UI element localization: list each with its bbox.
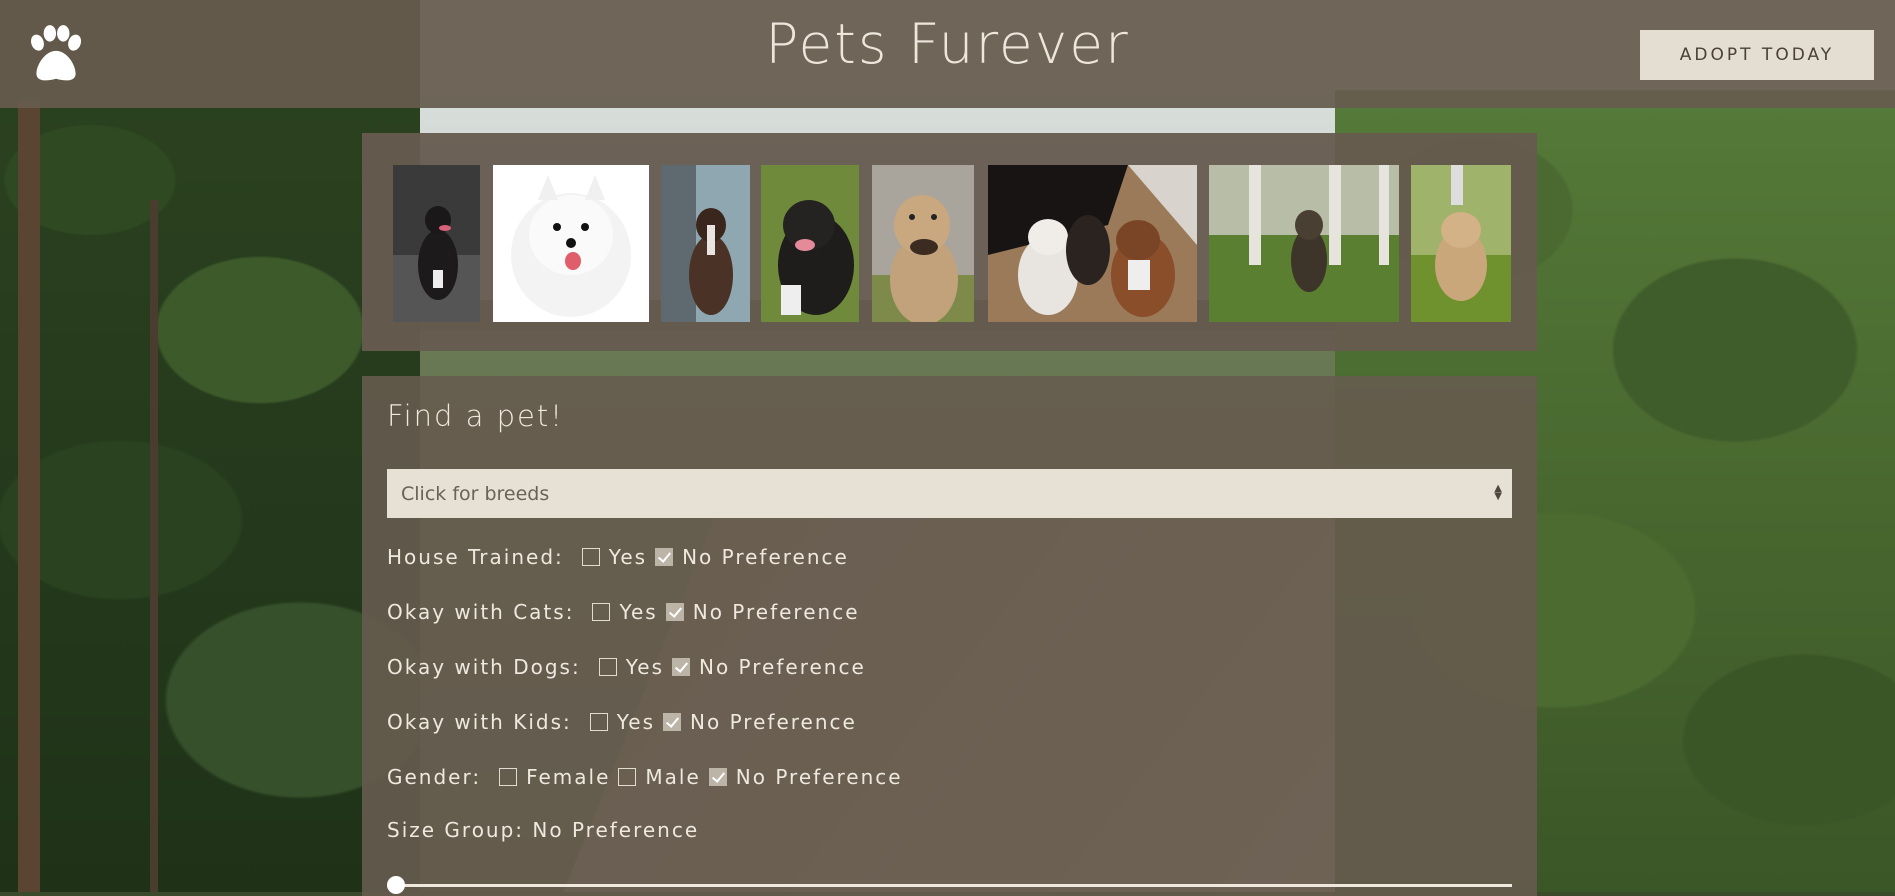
pet-photo-gallery <box>362 133 1537 351</box>
site-title: Pets Furever <box>765 12 1130 76</box>
option-label: Male <box>645 765 701 789</box>
option-label: Yes <box>616 710 656 734</box>
filter-gender: Gender: Female Male No Preference <box>387 762 911 792</box>
gallery-photo[interactable] <box>872 165 974 322</box>
find-pet-panel: Find a pet! Click for breeds ▲ ▼ House Tr… <box>362 376 1537 896</box>
gallery-photo[interactable] <box>1411 165 1511 322</box>
gallery-photo[interactable] <box>1209 165 1399 322</box>
filter-okay-with-cats: Okay with Cats: Yes No Preference <box>387 597 868 627</box>
gallery-photo[interactable] <box>661 165 750 322</box>
breed-select-placeholder: Click for breeds <box>401 482 550 505</box>
option-label: Yes <box>625 655 664 679</box>
gallery-photo[interactable] <box>761 165 859 322</box>
filter-okay-with-kids: Okay with Kids: Yes No Preference <box>387 707 865 737</box>
select-caret-icon: ▲ ▼ <box>1494 483 1502 502</box>
option-label: No Preference <box>682 545 849 569</box>
size-group-label: Size Group: No Preference <box>387 818 700 842</box>
option-label: No Preference <box>699 655 866 679</box>
checkbox[interactable] <box>598 658 617 676</box>
checkbox[interactable] <box>708 768 727 786</box>
gender-no-preference-option[interactable]: No Preference <box>708 765 903 789</box>
option-label: No Preference <box>692 600 860 624</box>
gender-female-option[interactable]: Female <box>499 765 610 789</box>
site-header: Pets Furever ADOPT TODAY <box>0 0 1895 108</box>
option-label: No Preference <box>690 710 857 734</box>
gallery-photo[interactable] <box>988 165 1197 322</box>
breed-select[interactable]: Click for breeds ▲ ▼ <box>387 469 1512 518</box>
house-trained-no-preference-option[interactable]: No Preference <box>655 545 849 569</box>
dogs-yes-option[interactable]: Yes <box>598 655 664 679</box>
filter-label: Gender: <box>387 765 482 789</box>
find-pet-title: Find a pet! <box>387 399 564 433</box>
filter-label: Okay with Kids: <box>387 710 572 734</box>
checkbox[interactable] <box>665 603 684 621</box>
filter-house-trained: House Trained: Yes No Preference <box>387 542 857 572</box>
filter-label: Okay with Dogs: <box>387 655 581 679</box>
cats-yes-option[interactable]: Yes <box>592 600 657 624</box>
adopt-today-button[interactable]: ADOPT TODAY <box>1640 30 1874 80</box>
filter-label: Okay with Cats: <box>387 600 575 624</box>
gallery-photo[interactable] <box>493 165 649 322</box>
checkbox[interactable] <box>663 713 682 731</box>
option-label: Female <box>526 765 611 789</box>
checkbox[interactable] <box>672 658 690 676</box>
kids-no-preference-option[interactable]: No Preference <box>663 710 857 734</box>
checkbox[interactable] <box>618 768 637 786</box>
slider-handle[interactable] <box>387 876 405 894</box>
kids-yes-option[interactable]: Yes <box>589 710 656 734</box>
checkbox[interactable] <box>655 548 674 566</box>
option-label: Yes <box>608 545 648 569</box>
option-label: Yes <box>619 600 658 624</box>
filter-label: House Trained: <box>387 545 564 569</box>
filter-okay-with-dogs: Okay with Dogs: Yes No Preference <box>387 652 874 682</box>
gender-male-option[interactable]: Male <box>618 765 700 789</box>
checkbox[interactable] <box>592 603 611 621</box>
dogs-no-preference-option[interactable]: No Preference <box>672 655 866 679</box>
house-trained-yes-option[interactable]: Yes <box>581 545 648 569</box>
checkbox[interactable] <box>589 713 608 731</box>
size-group-slider[interactable] <box>387 876 1512 894</box>
paw-icon[interactable] <box>22 22 88 88</box>
checkbox[interactable] <box>499 768 518 786</box>
option-label: No Preference <box>735 765 903 789</box>
checkbox[interactable] <box>581 548 600 566</box>
forest-left <box>0 0 420 892</box>
cats-no-preference-option[interactable]: No Preference <box>665 600 860 624</box>
gallery-photo[interactable] <box>393 165 480 322</box>
